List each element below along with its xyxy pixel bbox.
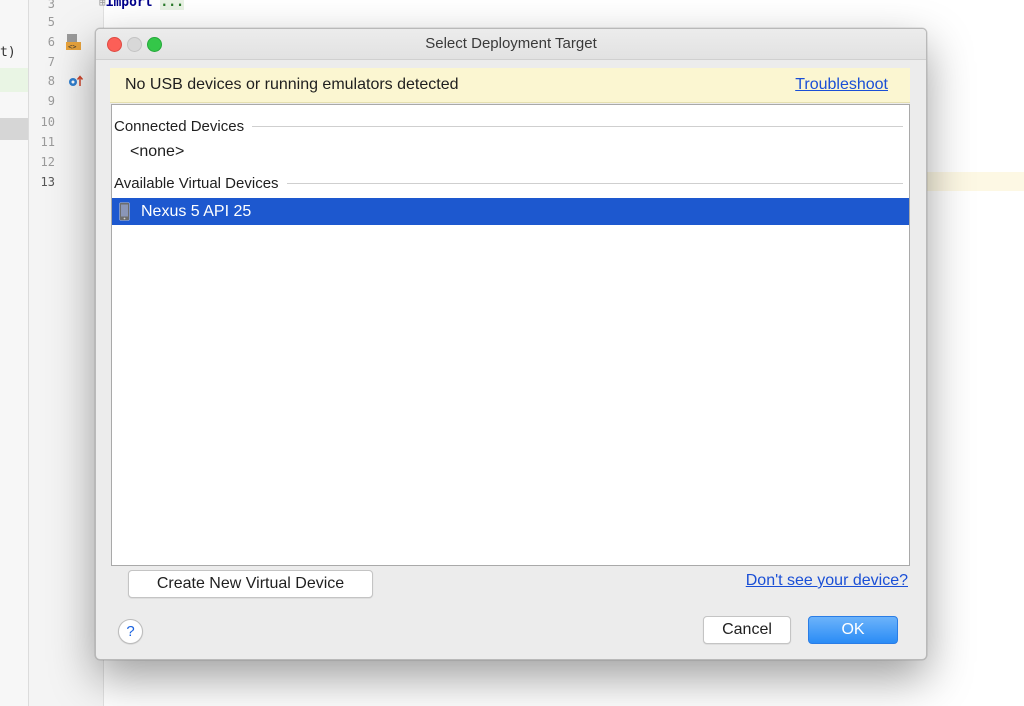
line-number: 12 <box>40 155 55 169</box>
dont-see-your-device-link[interactable]: Don't see your device? <box>746 572 908 590</box>
warning-text: No USB devices or running emulators dete… <box>125 76 459 93</box>
cancel-button[interactable]: Cancel <box>703 616 791 644</box>
line-number: 9 <box>47 94 55 108</box>
line-number: 11 <box>40 135 55 149</box>
connected-devices-label: Connected Devices <box>114 117 245 135</box>
available-devices-label: Available Virtual Devices <box>114 174 279 192</box>
line-number: 7 <box>47 55 55 69</box>
no-connected-devices: <none> <box>130 143 185 160</box>
divider <box>252 125 903 127</box>
ide-left-text: t) <box>0 45 16 60</box>
available-devices-header: Available Virtual Devices <box>114 173 903 193</box>
import-statement: ⊞import ... <box>99 0 184 10</box>
help-button[interactable]: ? <box>118 619 143 644</box>
ide-left-highlight <box>0 68 28 92</box>
layout-file-icon[interactable]: <> <box>65 33 83 51</box>
create-new-virtual-device-button[interactable]: Create New Virtual Device <box>128 570 373 598</box>
ide-left-selection <box>0 118 28 140</box>
device-row-nexus-5-api-25[interactable]: Nexus 5 API 25 <box>112 198 909 225</box>
ide-left-panel <box>0 0 29 706</box>
ok-button[interactable]: OK <box>808 616 898 644</box>
editor-gutter: 3 5 6 7 8 9 10 11 12 13 <> <box>29 0 104 706</box>
connected-devices-header: Connected Devices <box>114 116 903 136</box>
fold-marker-icon[interactable]: ⊞ <box>99 0 106 9</box>
override-icon[interactable] <box>68 74 84 88</box>
dialog-title: Select Deployment Target <box>425 35 597 52</box>
svg-text:<>: <> <box>68 43 76 51</box>
line-number: 5 <box>47 15 55 29</box>
phone-icon <box>119 202 130 221</box>
troubleshoot-link[interactable]: Troubleshoot <box>795 68 888 102</box>
folded-imports[interactable]: ... <box>160 0 184 10</box>
warning-banner: No USB devices or running emulators dete… <box>110 68 910 103</box>
select-deployment-target-dialog: Select Deployment Target No USB devices … <box>95 28 927 660</box>
device-name: Nexus 5 API 25 <box>141 203 252 220</box>
line-number: 3 <box>47 0 55 11</box>
screen: t) 3 5 6 7 8 9 10 11 12 13 <> ⊞import ..… <box>0 0 1024 706</box>
line-number: 10 <box>40 115 55 129</box>
line-number: 8 <box>47 74 55 88</box>
title-bar[interactable]: Select Deployment Target <box>96 29 926 60</box>
import-keyword: import <box>105 0 153 10</box>
line-number: 6 <box>47 35 55 49</box>
divider <box>286 182 903 184</box>
device-list[interactable]: Connected Devices <none> Available Virtu… <box>111 104 910 566</box>
line-number: 13 <box>40 175 55 189</box>
